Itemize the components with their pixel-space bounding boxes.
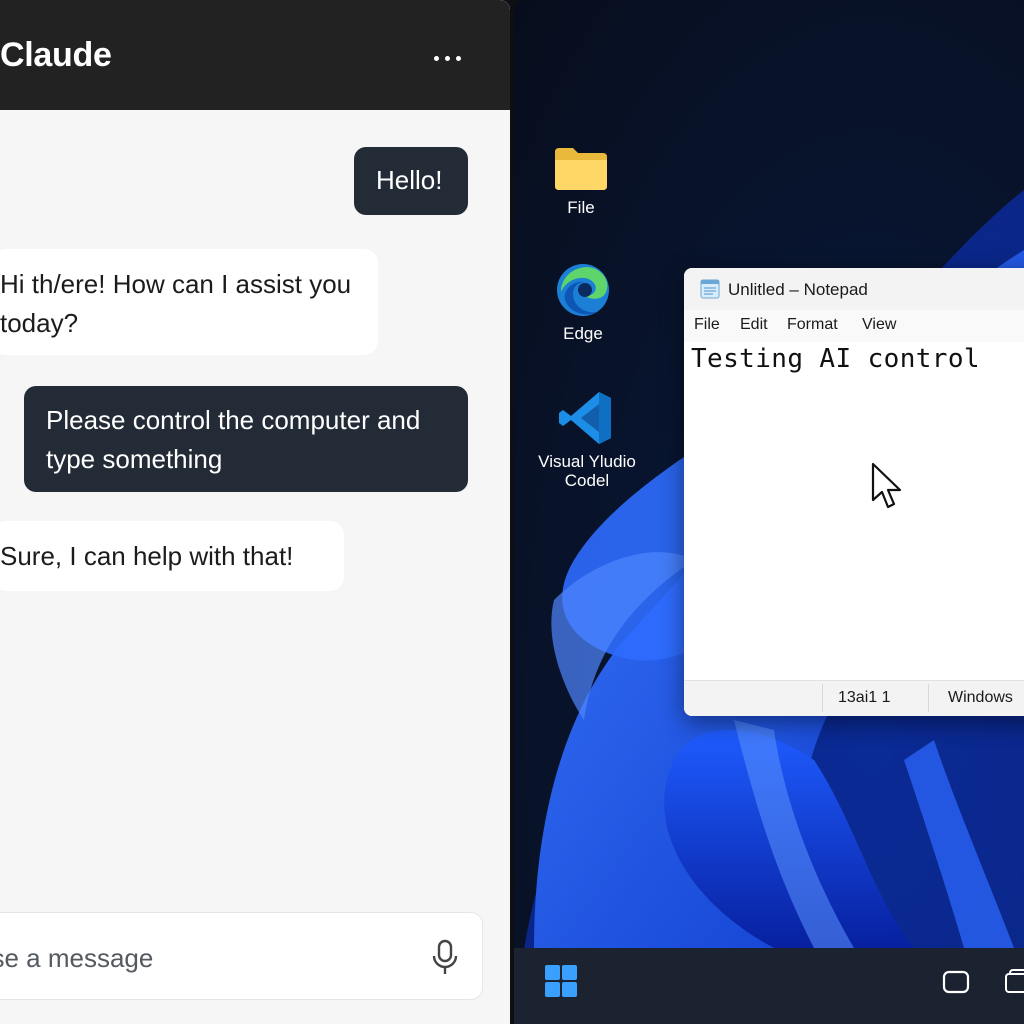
- notepad-menubar: File Edit Format View: [684, 310, 1024, 342]
- menu-edit[interactable]: Edit: [740, 316, 768, 334]
- assistant-message: Hi th/ere! How can I assist you today?: [0, 249, 378, 355]
- message-input[interactable]: [0, 935, 379, 981]
- user-message: Please control the computer and type som…: [24, 386, 468, 492]
- notepad-title: Unlitled – Notepad: [728, 280, 868, 299]
- notepad-statusbar: 13ai1 1 Windows: [684, 680, 1024, 716]
- desktop-icon-label: Edge: [563, 324, 603, 343]
- cursor-position: 13ai1 1: [838, 689, 891, 706]
- chat-panel: Claude Hello! Hi th/ere! How can I assis…: [0, 0, 510, 1024]
- desktop-icon-label: File: [567, 198, 595, 217]
- edge-icon: [557, 264, 609, 316]
- status-divider: [928, 684, 929, 712]
- menu-format[interactable]: Format: [787, 316, 838, 334]
- notepad-content: Testing AI control: [691, 344, 980, 374]
- menu-file[interactable]: File: [694, 316, 720, 334]
- desktop: File Edge Visual Yludio Codel Unlitled –…: [514, 0, 1024, 1024]
- message-composer: [0, 912, 483, 1000]
- desktop-icon-edge[interactable]: Edge: [528, 262, 638, 343]
- task-view-icon[interactable]: [942, 970, 970, 994]
- desktop-icon-label: Visual Yludio Codel: [538, 452, 636, 490]
- chat-header: Claude: [0, 0, 510, 110]
- more-options-button[interactable]: [424, 40, 470, 76]
- line-ending: Windows: [948, 689, 1013, 706]
- more-dot-icon: [455, 55, 461, 61]
- notepad-window: Unlitled – Notepad File Edit Format View…: [684, 268, 1024, 716]
- user-message: Hello!: [354, 147, 468, 215]
- mouse-pointer-icon: [871, 462, 902, 509]
- notepad-text-area[interactable]: Testing AI control: [684, 342, 1024, 680]
- more-dot-icon: [444, 55, 450, 61]
- status-divider: [822, 684, 823, 712]
- taskbar: [514, 948, 1024, 1024]
- notepad-titlebar[interactable]: Unlitled – Notepad: [684, 268, 1024, 310]
- more-dot-icon: [433, 55, 439, 61]
- notepad-icon: [700, 279, 720, 299]
- tray-icon[interactable]: [1004, 968, 1024, 994]
- desktop-icon-vscode[interactable]: Visual Yludio Codel: [532, 390, 642, 490]
- assistant-message: Sure, I can help with that!: [0, 521, 344, 591]
- desktop-icon-file[interactable]: File: [526, 146, 636, 217]
- menu-view[interactable]: View: [862, 316, 896, 334]
- windows-start-icon[interactable]: [544, 964, 578, 998]
- chat-title: Claude: [0, 36, 112, 74]
- microphone-icon[interactable]: [429, 939, 461, 977]
- folder-icon: [555, 148, 607, 190]
- vscode-icon: [559, 392, 611, 444]
